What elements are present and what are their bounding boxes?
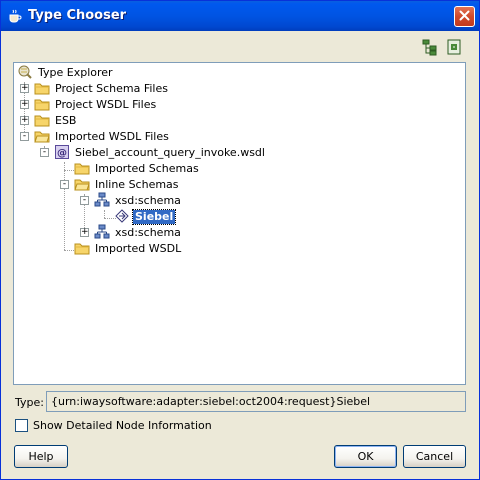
tree-item-label: ESB <box>55 114 77 127</box>
collapse-toggle[interactable]: - <box>80 196 89 205</box>
tree-item-label: Siebel_account_query_invoke.wsdl <box>75 146 265 159</box>
title-bar[interactable]: Type Chooser <box>1 1 479 31</box>
expand-toggle[interactable]: + <box>20 84 29 93</box>
collapse-toggle[interactable]: - <box>60 180 69 189</box>
cancel-button[interactable]: Cancel <box>403 445 466 468</box>
expand-toggle[interactable]: + <box>20 100 29 109</box>
tree-line <box>64 162 65 250</box>
ok-button[interactable]: OK <box>334 445 397 468</box>
tree-item-label: Imported Schemas <box>95 162 199 175</box>
show-detailed-node-info-row[interactable]: Show Detailed Node Information <box>15 419 212 432</box>
type-explorer-tree[interactable]: Type Explorer + Project Schema Files + P… <box>13 62 466 385</box>
tree-item-label: xsd:schema <box>115 194 181 207</box>
type-field[interactable]: {urn:iwaysoftware:adapter:siebel:oct2004… <box>46 391 466 412</box>
tree-item-label: Project WSDL Files <box>55 98 157 111</box>
help-button[interactable]: Help <box>14 445 68 468</box>
tree-root-label: Type Explorer <box>38 66 113 79</box>
tree-line <box>104 210 105 218</box>
tree-item-project-schema-files[interactable]: Project Schema Files <box>34 81 170 97</box>
tree-item-label: Inline Schemas <box>95 178 179 191</box>
collapse-toggle[interactable]: - <box>40 148 49 157</box>
element-icon <box>114 208 130 227</box>
tree-expand-button[interactable] <box>421 38 439 56</box>
expand-toggle[interactable]: + <box>20 116 29 125</box>
folder-icon <box>74 240 90 259</box>
tree-item-label: Project Schema Files <box>55 82 168 95</box>
tree-item-label: Imported WSDL <box>95 242 182 255</box>
window-title: Type Chooser <box>28 8 127 23</box>
type-explorer-icon <box>17 64 33 83</box>
expand-toggle[interactable]: + <box>80 228 89 237</box>
show-detailed-node-info-label: Show Detailed Node Information <box>33 419 212 432</box>
import-schema-icon <box>445 39 463 59</box>
show-detailed-node-info-checkbox[interactable] <box>15 419 28 432</box>
svg-text:@: @ <box>57 148 67 159</box>
folder-open-icon <box>34 128 50 147</box>
close-button[interactable] <box>454 6 475 27</box>
coffee-cup-icon <box>8 9 22 23</box>
wsdl-icon: @ <box>54 144 70 163</box>
type-chooser-dialog: Type Chooser Type Explorer + Project Sch… <box>0 0 480 480</box>
schema-icon <box>94 224 110 243</box>
collapse-toggle[interactable]: - <box>20 132 29 141</box>
tree-item-xsd-schema[interactable]: xsd:schema <box>94 192 183 211</box>
import-schema-button[interactable] <box>445 38 463 56</box>
tree-item-xsd-schema-2[interactable]: xsd:schema <box>94 224 183 243</box>
type-label: Type: <box>15 396 44 409</box>
tree-root[interactable]: Type Explorer <box>17 65 115 81</box>
tree-expand-icon <box>421 39 439 59</box>
tree-item-imported-schemas[interactable]: Imported Schemas <box>74 161 201 177</box>
folder-open-icon <box>74 176 90 195</box>
tree-item-project-wsdl-files[interactable]: Project WSDL Files <box>34 97 158 113</box>
tree-item-imported-wsdl[interactable]: Imported WSDL <box>74 241 183 257</box>
tree-item-label: xsd:schema <box>115 226 181 239</box>
tree-item-label: Siebel <box>131 209 177 225</box>
tree-item-inline-schemas[interactable]: Inline Schemas <box>74 177 181 193</box>
tree-item-siebel[interactable]: Siebel <box>114 208 177 227</box>
tree-item-label: Imported WSDL Files <box>55 130 169 143</box>
close-icon <box>459 10 470 24</box>
schema-icon <box>94 192 110 211</box>
